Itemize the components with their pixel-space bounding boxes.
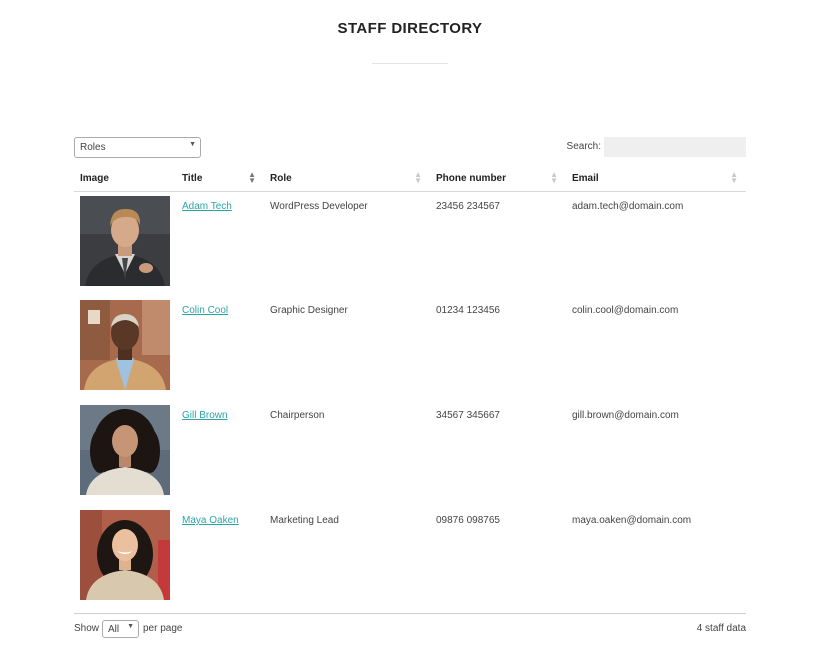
table-row: Gill Brown Chairperson 34567 345667 gill… (74, 401, 746, 506)
staff-photo (80, 195, 170, 286)
title-divider (372, 63, 448, 64)
column-header-phone[interactable]: Phone number ▲ ▼ (430, 167, 566, 192)
search-label: Search: (566, 141, 601, 152)
column-header-role[interactable]: Role ▲ ▼ (264, 167, 430, 192)
sort-icon: ▲ ▼ (730, 170, 738, 185)
phone-cell: 01234 123456 (436, 305, 500, 316)
per-page-value: All (108, 624, 120, 635)
staff-photo (80, 510, 170, 600)
table-header-row: Image Title ▲ ▼ Role ▲ ▼ Phone number ▲ ▼ Emai… (74, 167, 746, 192)
chevron-down-icon: ▼ (189, 141, 196, 148)
table-footer: Show All ▼ per page 4 staff data (74, 620, 746, 640)
staff-name-link[interactable]: Gill Brown (182, 410, 228, 421)
photo-cell (74, 296, 176, 401)
email-cell: adam.tech@domain.com (572, 200, 684, 212)
staff-photo (80, 300, 170, 390)
per-page-select[interactable]: All ▼ (102, 620, 139, 638)
email-cell: colin.cool@domain.com (572, 305, 679, 316)
role-cell: Chairperson (270, 410, 325, 421)
sort-icon: ▲ ▼ (414, 170, 422, 185)
table-controls: Roles ▼ Search: (74, 137, 746, 158)
sort-ascending-icon: ▲ ▼ (248, 170, 256, 185)
role-cell: Graphic Designer (270, 305, 348, 316)
sort-icon: ▲ ▼ (550, 170, 558, 185)
per-page-label: per page (143, 623, 183, 634)
photo-cell (74, 401, 176, 506)
column-header-image: Image (74, 167, 176, 192)
chevron-down-icon: ▼ (127, 623, 134, 630)
email-cell: maya.oaken@domain.com (566, 506, 746, 614)
photo-cell (74, 506, 176, 614)
email-cell: gill.brown@domain.com (572, 410, 679, 421)
staff-photo (80, 405, 170, 495)
phone-cell: 23456 234567 (436, 200, 500, 212)
record-count: 4 staff data (696, 623, 746, 634)
role-cell: WordPress Developer (270, 200, 368, 212)
table-row: Adam Tech WordPress Developer 23456 2345… (74, 191, 746, 296)
phone-cell: 09876 098765 (430, 506, 566, 614)
staff-name-link[interactable]: Adam Tech (182, 201, 232, 212)
column-header-title[interactable]: Title ▲ ▼ (176, 167, 264, 192)
table-row: Colin Cool Graphic Designer 01234 123456… (74, 296, 746, 401)
table-row: Maya Oaken Marketing Lead 09876 098765 m… (74, 506, 746, 614)
photo-cell (74, 191, 176, 296)
phone-cell: 34567 345667 (436, 410, 500, 421)
staff-name-link[interactable]: Maya Oaken (182, 515, 239, 526)
roles-filter-value: Roles (80, 142, 106, 153)
search-input[interactable] (604, 137, 746, 157)
page-title: STAFF DIRECTORY (337, 20, 483, 37)
staff-table: Image Title ▲ ▼ Role ▲ ▼ Phone number ▲ ▼ Emai… (74, 167, 746, 614)
staff-name-link[interactable]: Colin Cool (182, 305, 228, 316)
role-cell: Marketing Lead (264, 506, 430, 614)
roles-filter-select[interactable]: Roles ▼ (74, 137, 201, 158)
column-header-email[interactable]: Email ▲ ▼ (566, 167, 746, 192)
show-label: Show (74, 623, 100, 634)
